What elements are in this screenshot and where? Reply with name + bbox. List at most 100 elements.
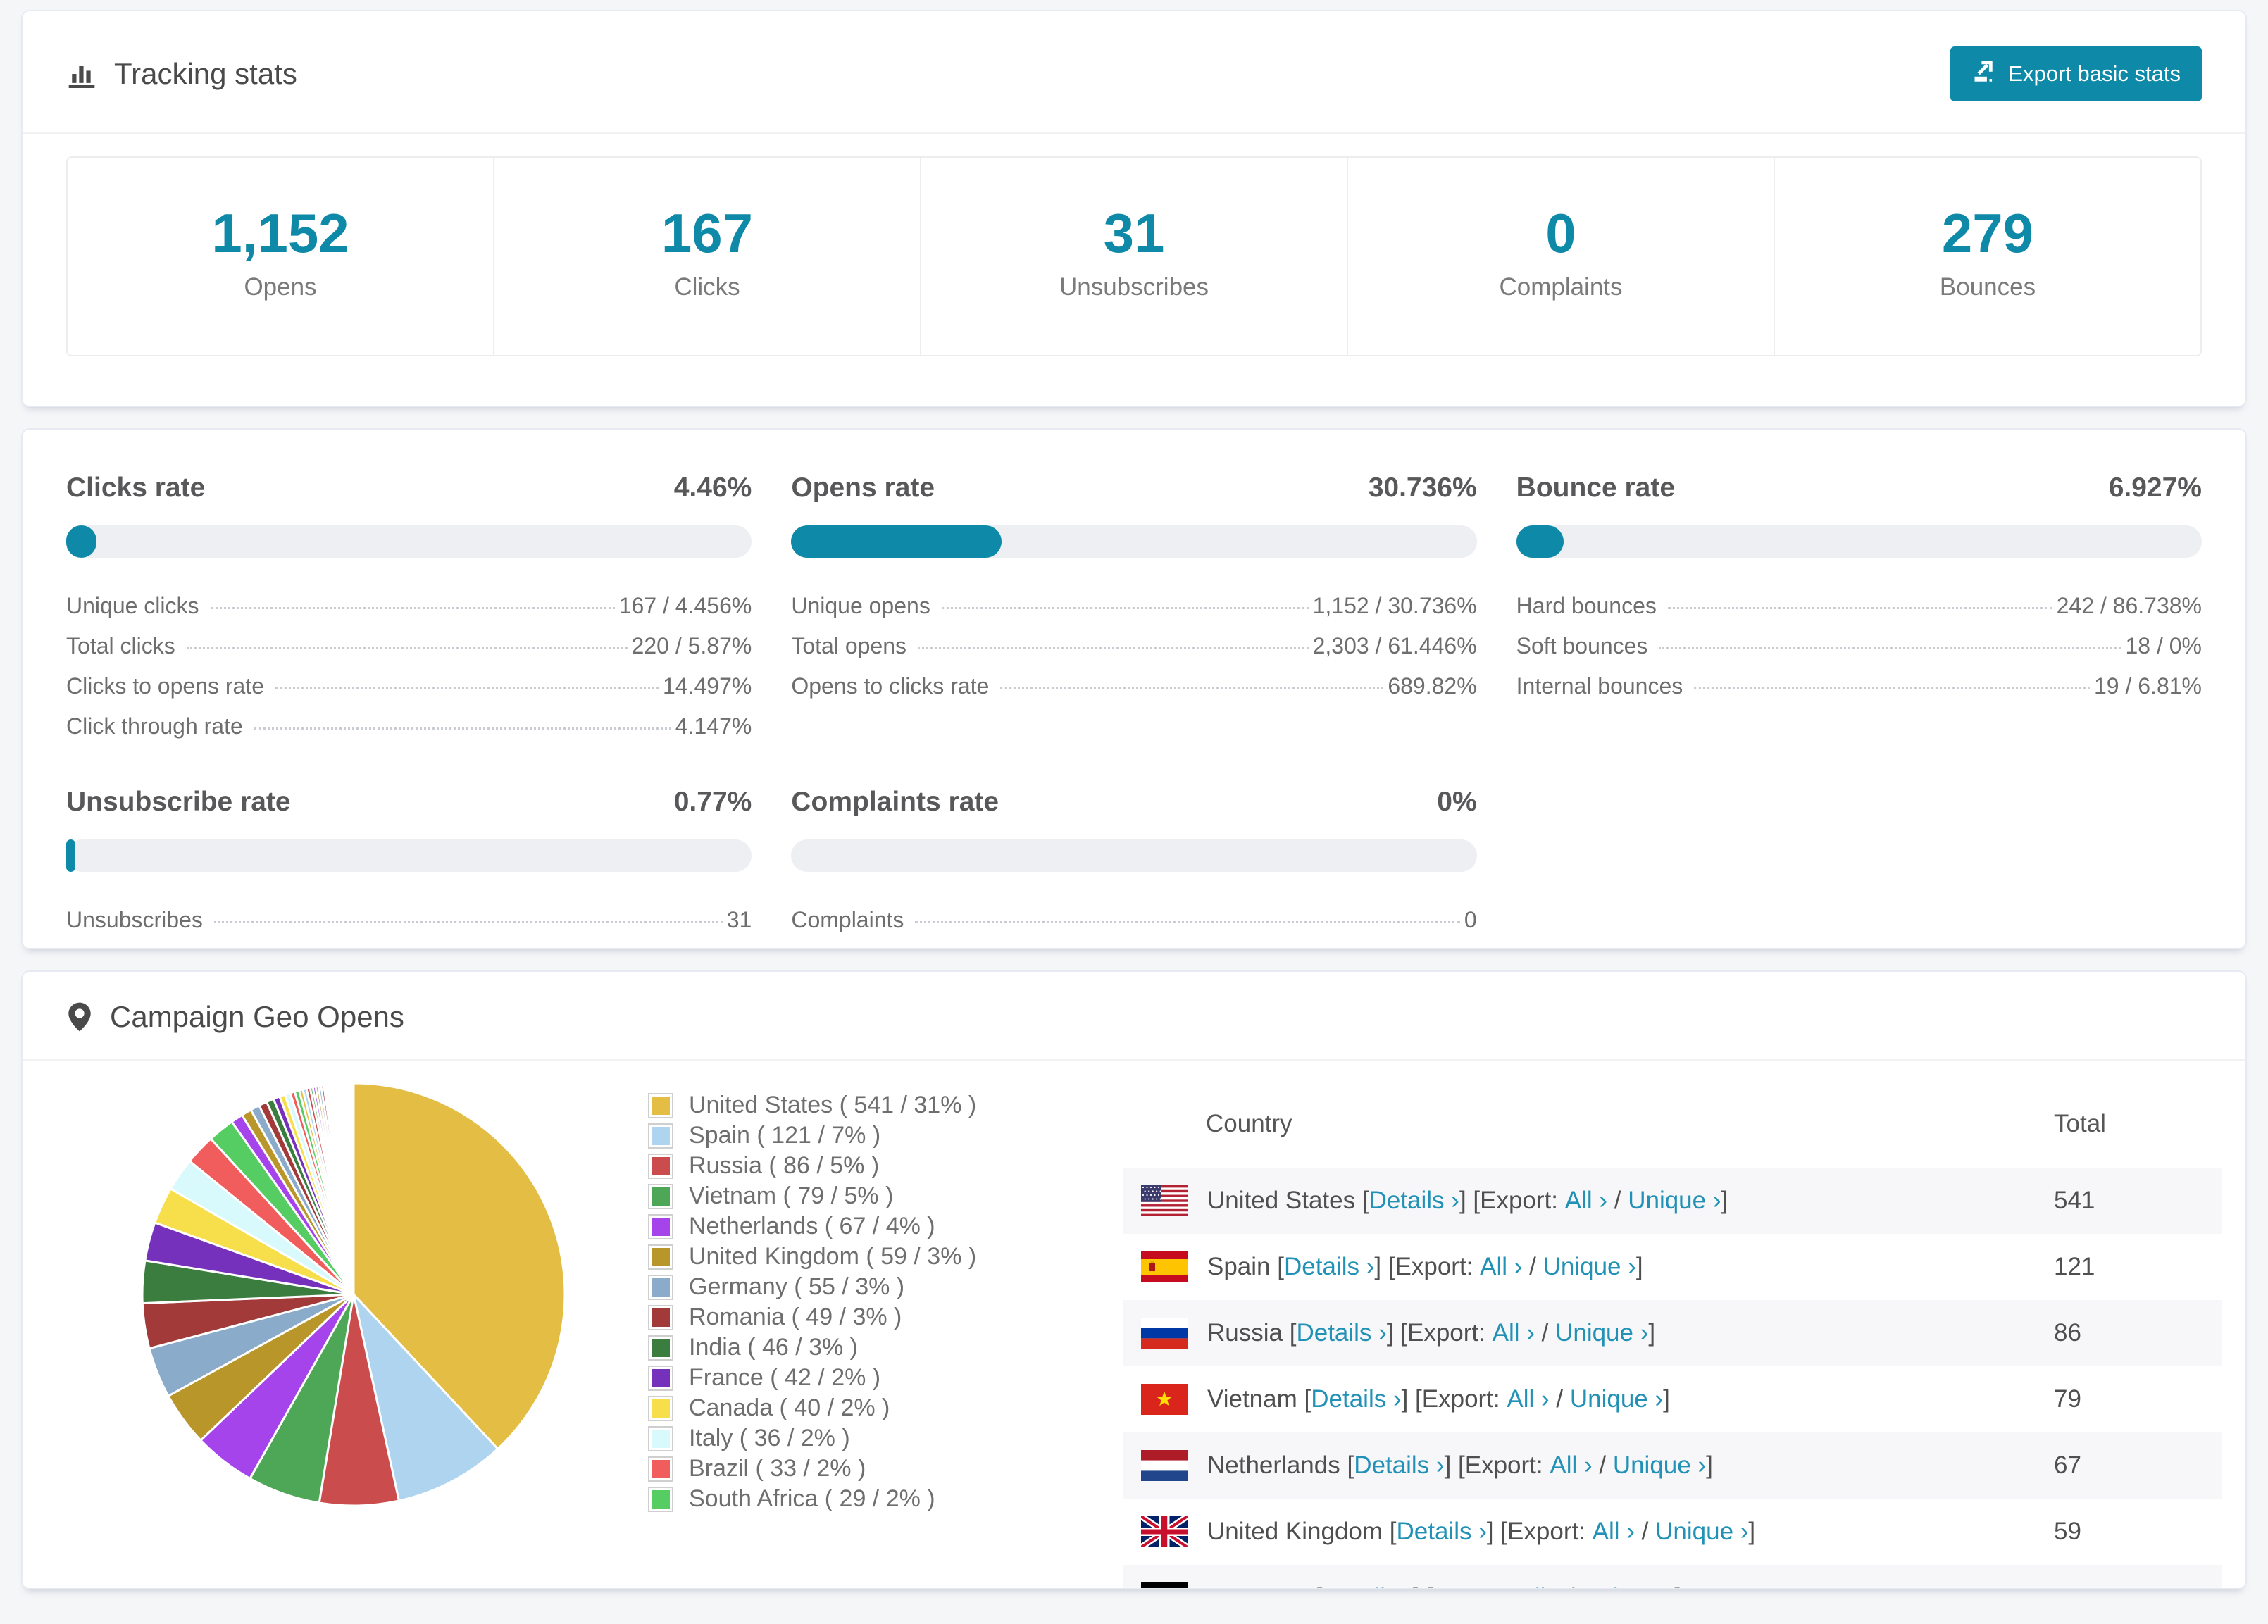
details-link[interactable]: Details › <box>1354 1451 1444 1480</box>
rate-value: 0% <box>1437 787 1477 817</box>
export-unique-link[interactable]: Unique › <box>1581 1584 1674 1588</box>
export-all-link[interactable]: All › <box>1480 1253 1522 1281</box>
rate-progress-bar <box>66 525 752 558</box>
export-icon <box>1971 58 1997 89</box>
export-basic-stats-button[interactable]: Export basic stats <box>1950 46 2202 101</box>
legend-label: Italy ( 36 / 2% ) <box>689 1425 850 1451</box>
export-unique-link[interactable]: Unique › <box>1555 1319 1648 1347</box>
stat-label: Unsubscribes <box>1059 273 1209 301</box>
geo-section-title: Campaign Geo Opens <box>110 1000 404 1033</box>
legend-label: Germany ( 55 / 3% ) <box>689 1273 905 1300</box>
geo-opens-table: Country Total United States [Details ›] … <box>1123 1078 2222 1588</box>
export-all-link[interactable]: All › <box>1593 1518 1635 1546</box>
rate-detail-label: Unique clicks <box>66 593 199 618</box>
rate-detail-row: Unique opens 1,152 / 30.736% <box>791 586 1476 626</box>
flag-icon-ru <box>1141 1318 1188 1349</box>
details-link[interactable]: Details › <box>1311 1385 1401 1413</box>
stat-value: 31 <box>1103 202 1165 264</box>
slash: / <box>1549 1385 1570 1413</box>
legend-label: Romania ( 49 / 3% ) <box>689 1304 902 1330</box>
export-unique-link[interactable]: Unique › <box>1655 1518 1748 1546</box>
stat-card-clicks: 167 Clicks <box>493 158 920 355</box>
rate-detail-label: Internal bounces <box>1516 673 1683 699</box>
legend-item-canada: Canada ( 40 / 2% ) <box>648 1393 1085 1423</box>
export-all-link[interactable]: All › <box>1493 1319 1535 1347</box>
dotted-leader <box>186 647 628 649</box>
rate-detail-row: Unsubscribes 31 <box>66 900 752 940</box>
legend-color-chip <box>648 1274 673 1300</box>
legend-color-chip <box>648 1153 673 1179</box>
legend-color-chip <box>648 1456 673 1482</box>
bracket-export: ] [Export: <box>1386 1319 1493 1347</box>
bracket-export: ] [Export: <box>1444 1451 1550 1479</box>
total-value: 86 <box>2054 1319 2081 1347</box>
table-row-united-states: United States [Details ›] [Export: All ›… <box>1123 1168 2222 1234</box>
total-value: 59 <box>2054 1518 2081 1545</box>
export-unique-link[interactable]: Unique › <box>1628 1187 1721 1215</box>
legend-label: Vietnam ( 79 / 5% ) <box>689 1182 894 1209</box>
rate-detail-value: 242 / 86.738% <box>2056 593 2202 618</box>
legend-item-italy: Italy ( 36 / 2% ) <box>648 1423 1085 1454</box>
details-link[interactable]: Details › <box>1284 1253 1374 1281</box>
dotted-leader <box>941 607 1309 609</box>
details-link[interactable]: Details › <box>1296 1319 1386 1347</box>
export-all-link[interactable]: All › <box>1519 1584 1561 1588</box>
rate-value: 6.927% <box>2108 473 2202 503</box>
legend-color-chip <box>648 1425 673 1451</box>
details-link[interactable]: Details › <box>1322 1584 1412 1588</box>
country-name: United Kingdom <box>1207 1518 1390 1545</box>
rate-value: 30.736% <box>1368 473 1477 503</box>
table-row-germany: Germany [Details ›] [Export: All › / Uni… <box>1123 1565 2222 1588</box>
details-link[interactable]: Details › <box>1369 1187 1459 1215</box>
export-all-link[interactable]: All › <box>1507 1385 1549 1413</box>
export-unique-link[interactable]: Unique › <box>1613 1451 1706 1480</box>
country-name: Spain <box>1207 1253 1278 1280</box>
flag-icon-es <box>1141 1251 1188 1282</box>
dotted-leader <box>915 921 1460 923</box>
table-row-netherlands: Netherlands [Details ›] [Export: All › /… <box>1123 1432 2222 1499</box>
rate-title: Complaints rate <box>791 787 999 817</box>
legend-label: United States ( 541 / 31% ) <box>689 1092 977 1118</box>
export-all-link[interactable]: All › <box>1550 1451 1592 1480</box>
rate-detail-value: 31 <box>726 907 752 932</box>
flag-icon-gb <box>1141 1516 1188 1547</box>
stat-card-complaints: 0 Complaints <box>1347 158 1774 355</box>
column-header-country: Country <box>1206 1110 1292 1137</box>
legend-item-united-states: United States ( 541 / 31% ) <box>648 1090 1085 1120</box>
legend-label: France ( 42 / 2% ) <box>689 1364 881 1391</box>
map-pin-icon <box>66 1001 93 1032</box>
legend-label: Spain ( 121 / 7% ) <box>689 1122 881 1149</box>
rate-detail-row: Unique clicks 167 / 4.456% <box>66 586 752 626</box>
country-name: Russia <box>1207 1319 1290 1347</box>
export-unique-link[interactable]: Unique › <box>1543 1253 1636 1281</box>
legend-item-south-africa: South Africa ( 29 / 2% ) <box>648 1484 1085 1514</box>
bracket-export: ] [Export: <box>1486 1518 1593 1545</box>
bracket: ] <box>1635 1253 1643 1280</box>
bracket-export: ] [Export: <box>1413 1584 1519 1588</box>
flag-icon-nl <box>1141 1450 1188 1481</box>
flag-icon-us <box>1141 1185 1188 1216</box>
legend-label: India ( 46 / 3% ) <box>689 1334 859 1361</box>
stat-card-opens: 1,152 Opens <box>68 158 493 355</box>
dotted-leader <box>1694 687 2090 689</box>
page-title: Tracking stats <box>114 57 297 90</box>
export-unique-link[interactable]: Unique › <box>1570 1385 1663 1413</box>
legend-item-netherlands: Netherlands ( 67 / 4% ) <box>648 1211 1085 1242</box>
export-all-link[interactable]: All › <box>1565 1187 1607 1215</box>
rate-detail-label: Unsubscribes <box>66 907 203 932</box>
slash: / <box>1534 1319 1556 1347</box>
legend-color-chip <box>648 1123 673 1149</box>
export-button-label: Export basic stats <box>2008 61 2181 86</box>
details-link[interactable]: Details › <box>1397 1518 1487 1546</box>
flag-icon-vn <box>1141 1384 1188 1415</box>
legend-item-romania: Romania ( 49 / 3% ) <box>648 1302 1085 1332</box>
pie-slice-other[interactable] <box>351 1082 355 1295</box>
rate-title: Opens rate <box>791 473 935 503</box>
rate-detail-label: Hard bounces <box>1516 593 1657 618</box>
legend-color-chip <box>648 1213 673 1239</box>
rate-progress-bar <box>791 525 1477 558</box>
rate-block-clicks-rate: Clicks rate 4.46% Unique clicks 167 / 4.456… <box>66 472 752 747</box>
legend-color-chip <box>648 1092 673 1118</box>
total-value: 79 <box>2054 1385 2081 1413</box>
rate-detail-row: Soft bounces 18 / 0% <box>1516 626 2202 666</box>
